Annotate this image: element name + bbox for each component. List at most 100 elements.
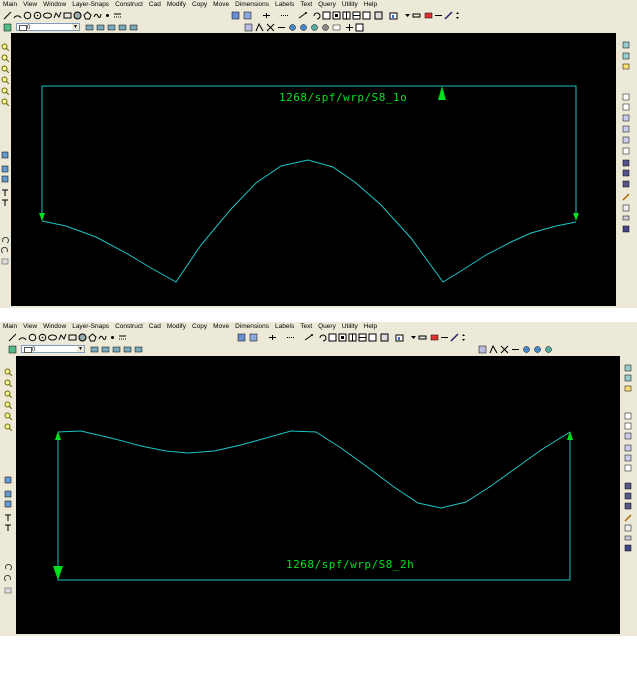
explode-icon[interactable] <box>310 23 319 32</box>
layer-freeze-icon[interactable] <box>118 23 127 32</box>
menu-labels[interactable]: Labels <box>272 322 297 331</box>
print-icon[interactable] <box>624 534 632 542</box>
layer-red-icon[interactable] <box>430 333 439 342</box>
snap-mode-icon[interactable] <box>249 333 258 342</box>
dim-baseline-icon[interactable] <box>624 454 632 462</box>
rectangle-tool-icon[interactable] <box>63 11 72 20</box>
menu-construct[interactable]: Construct <box>112 322 146 331</box>
menu-labels[interactable]: Labels <box>272 0 297 9</box>
menu-query[interactable]: Query <box>315 322 339 331</box>
arc-tool-icon[interactable] <box>18 333 27 342</box>
circle-tool-icon[interactable] <box>23 11 32 20</box>
view-split-icon[interactable] <box>368 333 377 342</box>
layer-props-icon[interactable] <box>624 364 632 372</box>
layer-off-icon[interactable] <box>96 23 105 32</box>
move-icon[interactable] <box>459 333 468 342</box>
snap-icon[interactable] <box>231 11 240 20</box>
layer-state-icon[interactable] <box>622 52 630 60</box>
snap-mode-icon[interactable] <box>243 11 252 20</box>
menu-dimensions[interactable]: Dimensions <box>232 322 272 331</box>
layer-lock-icon[interactable] <box>112 345 121 354</box>
fillet-icon[interactable] <box>522 345 531 354</box>
ortho-icon[interactable] <box>268 333 277 342</box>
menu-help[interactable]: Help <box>361 0 380 9</box>
zoom-in-icon[interactable] <box>4 368 12 376</box>
insert-block-icon[interactable] <box>345 23 354 32</box>
zoom-all-icon[interactable] <box>4 423 12 431</box>
zoom-extents-icon[interactable] <box>4 401 12 409</box>
menu-view[interactable]: View <box>20 322 40 331</box>
view-pages-icon[interactable] <box>338 333 347 342</box>
view-3d-icon[interactable] <box>4 476 12 484</box>
menu-text[interactable]: Text <box>297 322 315 331</box>
view-3d-icon[interactable] <box>1 151 9 159</box>
layer-freeze-icon[interactable] <box>123 345 132 354</box>
rotate-view-icon[interactable] <box>318 333 327 342</box>
drawing-canvas-1[interactable]: 1268/spf/wrp/S8_1o <box>11 33 616 306</box>
dim-radius-icon[interactable] <box>624 432 632 440</box>
calculator-icon[interactable] <box>622 204 630 212</box>
pan-icon[interactable] <box>304 333 313 342</box>
dim-style-icon[interactable] <box>624 464 632 472</box>
elevation-view-icon[interactable] <box>1 175 9 183</box>
grid-icon[interactable] <box>280 11 289 20</box>
save-icon[interactable] <box>624 544 632 552</box>
pencil-icon[interactable] <box>444 11 453 20</box>
attribute-icon[interactable] <box>622 169 630 177</box>
polyline-tool-icon[interactable] <box>53 11 62 20</box>
chevron-down-icon[interactable]: ▼ <box>72 24 79 30</box>
elevation-view-icon[interactable] <box>4 500 12 508</box>
polygon-tool-icon[interactable] <box>83 11 92 20</box>
line-tool-icon[interactable] <box>3 11 12 20</box>
match-prop-icon[interactable] <box>255 23 264 32</box>
ellipse-tool-icon[interactable] <box>48 333 57 342</box>
text-tool-icon[interactable] <box>1 189 9 197</box>
redo-icon[interactable] <box>4 575 12 583</box>
polyline-tool-icon[interactable] <box>58 333 67 342</box>
layer-manager-icon[interactable] <box>8 345 17 354</box>
menu-main[interactable]: Main <box>0 322 20 331</box>
layer-match-icon[interactable] <box>129 23 138 32</box>
layer-match-icon[interactable] <box>134 345 143 354</box>
layer-select[interactable]: 0 ▼ <box>21 345 85 353</box>
dim-radius-icon[interactable] <box>622 114 630 122</box>
view-split-icon[interactable] <box>362 11 371 20</box>
line-tool-icon[interactable] <box>8 333 17 342</box>
move-icon[interactable] <box>453 11 462 20</box>
print-icon[interactable] <box>622 214 630 222</box>
tool-palette-icon[interactable] <box>622 193 630 201</box>
dim-baseline-icon[interactable] <box>622 136 630 144</box>
view-box-icon[interactable] <box>322 11 331 20</box>
join-icon[interactable] <box>321 23 330 32</box>
plan-view-icon[interactable] <box>4 490 12 498</box>
text-tool-icon[interactable] <box>4 514 12 522</box>
menu-copy[interactable]: Copy <box>189 322 210 331</box>
link-icon[interactable] <box>412 11 421 20</box>
block-icon[interactable] <box>622 159 630 167</box>
break-icon[interactable] <box>332 23 341 32</box>
save-icon[interactable] <box>622 225 630 233</box>
layer-red-icon[interactable] <box>424 11 433 20</box>
layer-manager-icon[interactable] <box>3 23 12 32</box>
zoom-extents-icon[interactable] <box>1 76 9 84</box>
properties-icon[interactable] <box>478 345 487 354</box>
attribute-icon[interactable] <box>624 492 632 500</box>
menu-view[interactable]: View <box>20 0 40 9</box>
tool-palette-icon[interactable] <box>624 514 632 522</box>
circle-tool-icon[interactable] <box>28 333 37 342</box>
offset-tool-icon[interactable] <box>118 333 127 342</box>
menu-construct[interactable]: Construct <box>112 0 146 9</box>
menu-utility[interactable]: Utility <box>339 322 361 331</box>
undo-icon[interactable] <box>4 564 12 572</box>
layer-on-icon[interactable] <box>85 23 94 32</box>
rotate-view-icon[interactable] <box>312 11 321 20</box>
layer-on-icon[interactable] <box>90 345 99 354</box>
snap-icon[interactable] <box>237 333 246 342</box>
zoom-in-icon[interactable] <box>1 43 9 51</box>
dim-aligned-icon[interactable] <box>624 422 632 430</box>
menu-move[interactable]: Move <box>210 0 232 9</box>
chevron-down-icon[interactable]: ▼ <box>77 346 84 352</box>
dim-linear-icon[interactable] <box>624 412 632 420</box>
link-icon[interactable] <box>418 333 427 342</box>
layer-props-icon[interactable] <box>622 41 630 49</box>
